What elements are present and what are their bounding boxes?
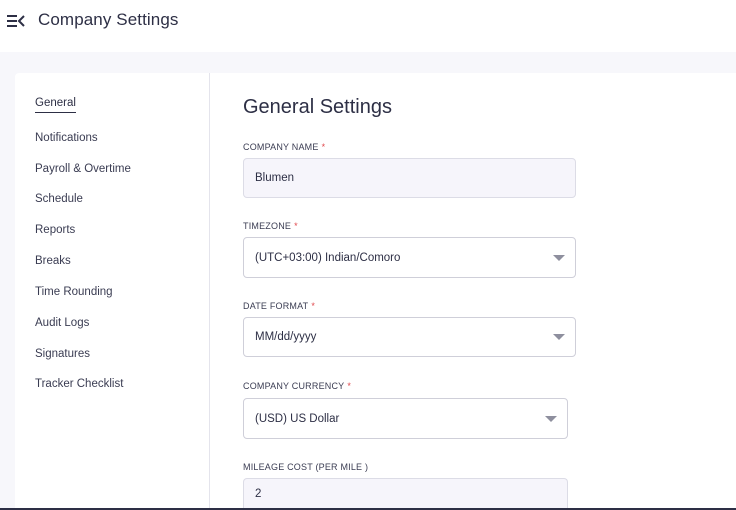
company-name-input[interactable]: Blumen xyxy=(243,158,576,198)
page-title: Company Settings xyxy=(38,10,179,29)
mileage-cost-label-text: MILEAGE COST (PER MILE ) xyxy=(243,462,369,472)
mileage-cost-input[interactable]: 2 xyxy=(243,478,568,508)
chevron-down-icon xyxy=(553,334,565,340)
company-currency-select[interactable]: (USD) US Dollar xyxy=(243,398,568,439)
timezone-select[interactable]: (UTC+03:00) Indian/Comoro xyxy=(243,237,576,278)
nav-item-breaks[interactable]: Breaks xyxy=(35,255,71,267)
nav-item-time-rounding[interactable]: Time Rounding xyxy=(35,286,113,298)
required-marker: * xyxy=(321,142,326,152)
section-title: General Settings xyxy=(243,96,392,118)
date-format-select[interactable]: MM/dd/yyyy xyxy=(243,317,576,357)
timezone-value: (UTC+03:00) Indian/Comoro xyxy=(255,251,401,264)
nav-item-notifications[interactable]: Notifications xyxy=(35,132,98,144)
required-marker: * xyxy=(347,381,352,391)
nav-item-reports[interactable]: Reports xyxy=(35,224,75,236)
date-format-value: MM/dd/yyyy xyxy=(255,331,317,343)
company-currency-label: COMPANY CURRENCY * xyxy=(243,381,351,391)
company-name-value: Blumen xyxy=(255,172,294,184)
company-name-label-text: COMPANY NAME xyxy=(243,142,319,152)
company-name-label: COMPANY NAME * xyxy=(243,142,325,152)
nav-item-audit-logs[interactable]: Audit Logs xyxy=(35,317,89,329)
nav-item-general[interactable]: General xyxy=(35,97,76,113)
nav-item-schedule[interactable]: Schedule xyxy=(35,193,83,205)
company-currency-label-text: COMPANY CURRENCY xyxy=(243,381,345,391)
company-currency-value: (USD) US Dollar xyxy=(255,412,340,425)
date-format-label: DATE FORMAT * xyxy=(243,301,315,311)
timezone-label-text: TIMEZONE xyxy=(243,221,292,231)
nav-item-tracker-checklist[interactable]: Tracker Checklist xyxy=(35,378,123,390)
required-marker: * xyxy=(311,301,316,311)
date-format-label-text: DATE FORMAT xyxy=(243,301,309,311)
mileage-cost-value: 2 xyxy=(255,487,262,500)
top-bar: Company Settings xyxy=(0,0,736,52)
chevron-down-icon xyxy=(545,415,557,422)
settings-nav: General Notifications Payroll & Overtime… xyxy=(15,73,210,510)
nav-item-signatures[interactable]: Signatures xyxy=(35,348,90,360)
chevron-down-icon xyxy=(553,254,565,261)
required-marker: * xyxy=(294,221,298,231)
collapse-menu-icon[interactable] xyxy=(6,12,26,30)
timezone-label: TIMEZONE * xyxy=(243,221,298,231)
mileage-cost-label: MILEAGE COST (PER MILE ) xyxy=(243,462,368,472)
nav-item-payroll-overtime[interactable]: Payroll & Overtime xyxy=(35,163,131,175)
